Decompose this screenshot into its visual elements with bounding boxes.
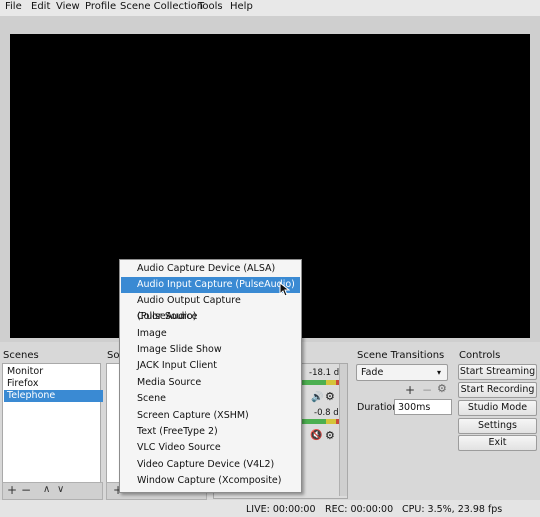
menu-tools[interactable]: Tools xyxy=(198,1,223,12)
scenes-list[interactable]: Monitor Firefox Telephone xyxy=(2,363,103,483)
live-status: LIVE: 00:00:00 xyxy=(246,504,316,515)
menu-file[interactable]: File xyxy=(5,1,22,12)
menu-view[interactable]: View xyxy=(56,1,80,12)
scene-item-monitor[interactable]: Monitor xyxy=(4,366,103,378)
gear-icon[interactable]: ⚙ xyxy=(325,429,335,442)
duration-spinbox[interactable]: 300ms xyxy=(394,399,452,415)
transition-settings-icon[interactable]: ⚙ xyxy=(437,383,447,395)
menu-item-audio-capture-alsa[interactable]: Audio Capture Device (ALSA) xyxy=(121,261,300,277)
menu-item-audio-output-pulseaudio[interactable]: Audio Output Capture (PulseAudio) xyxy=(121,293,300,322)
menu-item-video-capture-v4l2[interactable]: Video Capture Device (V4L2) xyxy=(121,457,300,473)
menu-item-image-slide-show[interactable]: Image Slide Show xyxy=(121,342,300,358)
transitions-title: Scene Transitions xyxy=(357,350,445,361)
add-icon[interactable]: + xyxy=(7,484,17,496)
remove-transition-icon[interactable]: − xyxy=(422,384,432,396)
speaker-icon[interactable]: 🔊 xyxy=(311,392,323,403)
controls-title: Controls xyxy=(459,350,501,361)
menu-scene-collection[interactable]: Scene Collection xyxy=(120,1,203,12)
duration-label: Duration xyxy=(357,402,399,413)
add-source-context-menu: Audio Capture Device (ALSA) Audio Input … xyxy=(119,259,302,493)
scenes-title: Scenes xyxy=(3,350,39,361)
gear-icon[interactable]: ⚙ xyxy=(325,390,335,403)
menu-item-jack-input-client[interactable]: JACK Input Client xyxy=(121,358,300,374)
channel2-meter xyxy=(302,419,342,424)
menu-bar: File Edit View Profile Scene Collection … xyxy=(0,0,540,16)
start-streaming-button[interactable]: Start Streaming xyxy=(458,364,537,380)
menu-item-audio-input-pulseaudio[interactable]: Audio Input Capture (PulseAudio) xyxy=(121,277,300,293)
move-up-icon[interactable]: ∧ xyxy=(43,484,50,496)
transition-selected: Fade xyxy=(361,367,384,378)
exit-button[interactable]: Exit xyxy=(458,435,537,451)
menu-item-color-source[interactable]: Color Source xyxy=(121,309,300,325)
channel1-meter xyxy=(302,380,342,385)
menu-profile[interactable]: Profile xyxy=(85,1,116,12)
studio-mode-button[interactable]: Studio Mode xyxy=(458,400,537,416)
transition-select[interactable]: Fade ▾ xyxy=(356,364,448,381)
muted-speaker-icon[interactable]: 🔇 xyxy=(310,430,322,441)
add-transition-icon[interactable]: + xyxy=(405,384,415,396)
start-recording-button[interactable]: Start Recording xyxy=(458,382,537,398)
menu-edit[interactable]: Edit xyxy=(31,1,50,12)
menu-help[interactable]: Help xyxy=(230,1,253,12)
menu-item-text-freetype2[interactable]: Text (FreeType 2) xyxy=(121,424,300,440)
menu-item-media-source[interactable]: Media Source xyxy=(121,375,300,391)
menu-item-image[interactable]: Image xyxy=(121,326,300,342)
status-bar: LIVE: 00:00:00 REC: 00:00:00 CPU: 3.5%, … xyxy=(0,500,540,517)
scenes-toolbar: + − ∧ ∨ xyxy=(2,482,103,500)
rec-status: REC: 00:00:00 xyxy=(325,504,394,515)
duration-value: 300ms xyxy=(398,402,431,413)
menu-item-window-capture-xcomposite[interactable]: Window Capture (Xcomposite) xyxy=(121,473,300,489)
menu-item-scene[interactable]: Scene xyxy=(121,391,300,407)
menu-item-screen-capture-xshm[interactable]: Screen Capture (XSHM) xyxy=(121,408,300,424)
scene-item-telephone[interactable]: Telephone xyxy=(4,390,103,402)
move-down-icon[interactable]: ∨ xyxy=(57,484,64,496)
mixer-scrollbar[interactable] xyxy=(339,364,347,496)
chevron-down-icon: ▾ xyxy=(437,368,442,377)
menu-item-vlc-video-source[interactable]: VLC Video Source xyxy=(121,440,300,456)
sources-title: So xyxy=(107,350,120,361)
mouse-cursor-icon xyxy=(279,282,290,297)
remove-icon[interactable]: − xyxy=(21,484,31,496)
cpu-status: CPU: 3.5%, 23.98 fps xyxy=(402,504,503,515)
settings-button[interactable]: Settings xyxy=(458,418,537,434)
scene-item-firefox[interactable]: Firefox xyxy=(4,378,103,390)
